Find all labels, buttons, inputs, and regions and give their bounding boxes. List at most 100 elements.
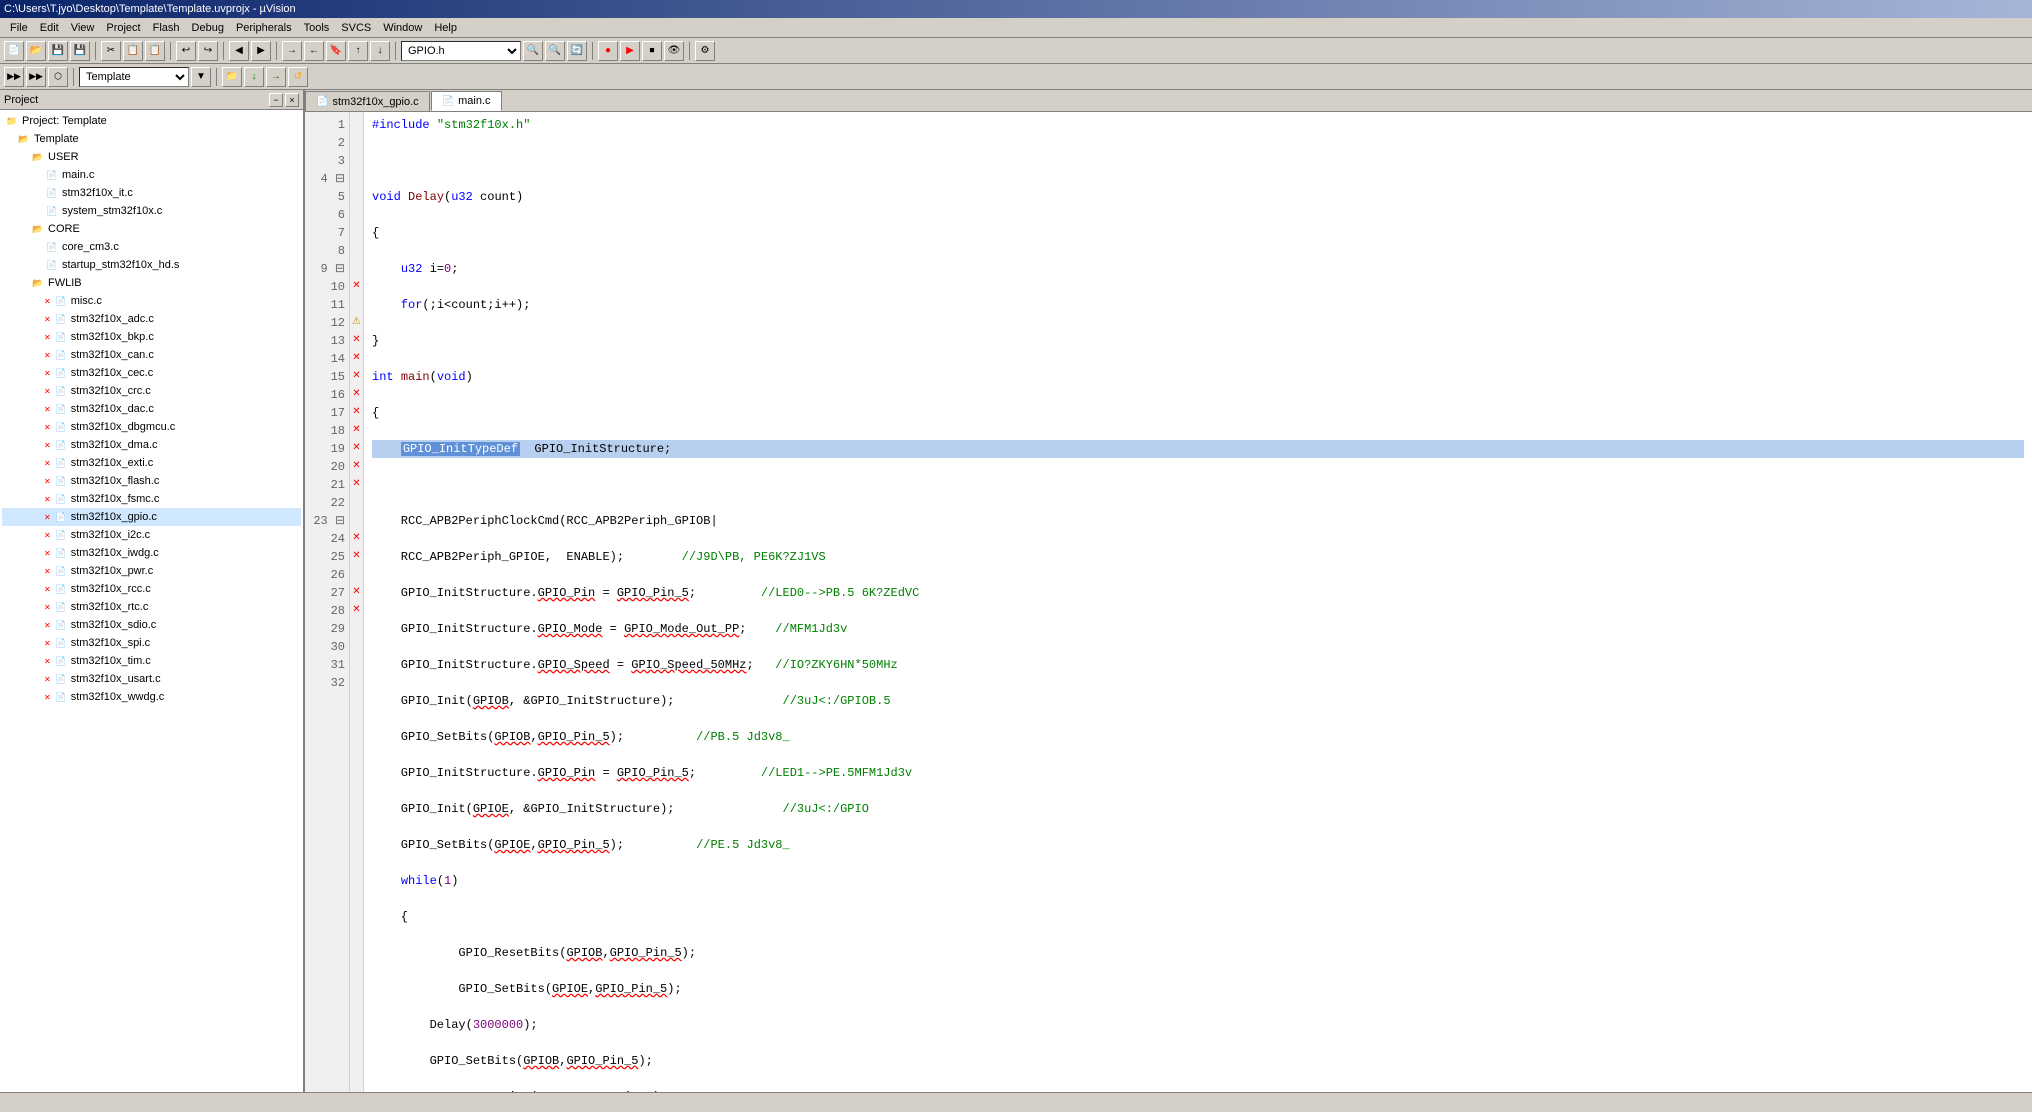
dbgmcu-error-dot: ✕ — [44, 423, 51, 432]
tab-main[interactable]: 📄 main.c — [431, 91, 502, 111]
tree-spi[interactable]: ✕ 📄 stm32f10x_spi.c — [2, 634, 301, 652]
tree-gpio[interactable]: ✕ 📄 stm32f10x_gpio.c — [2, 508, 301, 526]
settings-button[interactable]: ⚙ — [695, 41, 715, 61]
undo-button[interactable]: ↩ — [176, 41, 196, 61]
nav-back-button[interactable]: ◀ — [229, 41, 249, 61]
tree-system[interactable]: 📄 system_stm32f10x.c — [2, 202, 301, 220]
tree-core[interactable]: 📂 CORE — [2, 220, 301, 238]
tree-sdio[interactable]: ✕ 📄 stm32f10x_sdio.c — [2, 616, 301, 634]
build-btn[interactable]: ▶▶ — [4, 67, 24, 87]
redo-button[interactable]: ↪ — [198, 41, 218, 61]
tree-i2c[interactable]: ✕ 📄 stm32f10x_i2c.c — [2, 526, 301, 544]
replace-button[interactable]: 🔄 — [567, 41, 587, 61]
code-line-25: GPIO_SetBits(GPIOE,GPIO_Pin_5); — [372, 980, 2024, 998]
target-options-btn[interactable]: ▼ — [191, 67, 211, 87]
tree-fwlib[interactable]: 📂 FWLIB — [2, 274, 301, 292]
tree-rcc[interactable]: ✕ 📄 stm32f10x_rcc.c — [2, 580, 301, 598]
tree-startup[interactable]: 📄 startup_stm32f10x_hd.s — [2, 256, 301, 274]
bookmark-button[interactable]: 🔖 — [326, 41, 346, 61]
tree-can[interactable]: ✕ 📄 stm32f10x_can.c — [2, 346, 301, 364]
stop-button[interactable]: ⏹ — [642, 41, 662, 61]
tree-template[interactable]: 📂 Template — [2, 130, 301, 148]
tree-wwdg[interactable]: ✕ 📄 stm32f10x_wwdg.c — [2, 688, 301, 706]
tree-dac[interactable]: ✕ 📄 stm32f10x_dac.c — [2, 400, 301, 418]
outdent-button[interactable]: ← — [304, 41, 324, 61]
code-line-3: void Delay(u32 count) — [372, 188, 2024, 206]
manage-btn[interactable]: 📁 — [222, 67, 242, 87]
project-panel: Project − × 📁 Project: Template 📂 Templa… — [0, 90, 305, 1092]
step-btn[interactable]: → — [266, 67, 286, 87]
tree-user[interactable]: 📂 USER — [2, 148, 301, 166]
menu-window[interactable]: Window — [377, 20, 428, 36]
ec-31 — [350, 656, 363, 674]
tree-main-c[interactable]: 📄 main.c — [2, 166, 301, 184]
tree-adc[interactable]: ✕ 📄 stm32f10x_adc.c — [2, 310, 301, 328]
code-content[interactable]: #include "stm32f10x.h" void Delay(u32 co… — [364, 112, 2032, 1092]
run-button[interactable]: ▶ — [620, 41, 640, 61]
menu-svcs[interactable]: SVCS — [335, 20, 377, 36]
tree-dma[interactable]: ✕ 📄 stm32f10x_dma.c — [2, 436, 301, 454]
tab-gpio[interactable]: 📄 stm32f10x_gpio.c — [305, 91, 430, 111]
target-select[interactable]: Template — [79, 67, 189, 87]
menu-peripherals[interactable]: Peripherals — [230, 20, 298, 36]
tree-misc[interactable]: ✕ 📄 misc.c — [2, 292, 301, 310]
tree-stm32-it[interactable]: 📄 stm32f10x_it.c — [2, 184, 301, 202]
prev-bookmark-button[interactable]: ↑ — [348, 41, 368, 61]
tree-fsmc[interactable]: ✕ 📄 stm32f10x_fsmc.c — [2, 490, 301, 508]
code-line-5: u32 i=0; — [372, 260, 2024, 278]
fsmc-icon: 📄 — [53, 491, 69, 507]
bkp-error-dot: ✕ — [44, 333, 51, 342]
ln-13: 13 — [309, 332, 345, 350]
view-button[interactable]: 👁 — [664, 41, 684, 61]
copy-button[interactable]: 📋 — [123, 41, 143, 61]
menu-help[interactable]: Help — [428, 20, 463, 36]
next-bookmark-button[interactable]: ↓ — [370, 41, 390, 61]
tree-core-cm3[interactable]: 📄 core_cm3.c — [2, 238, 301, 256]
file-select[interactable]: GPIO.h — [401, 41, 521, 61]
menu-flash[interactable]: Flash — [147, 20, 186, 36]
find-button[interactable]: 🔍 — [523, 41, 543, 61]
tree-flash[interactable]: ✕ 📄 stm32f10x_flash.c — [2, 472, 301, 490]
debug-btn[interactable]: ⬡ — [48, 67, 68, 87]
ln-10: 10 — [309, 278, 345, 296]
tree-cec[interactable]: ✕ 📄 stm32f10x_cec.c — [2, 364, 301, 382]
code-line-2 — [372, 152, 2024, 170]
menu-debug[interactable]: Debug — [186, 20, 230, 36]
tree-crc[interactable]: ✕ 📄 stm32f10x_crc.c — [2, 382, 301, 400]
breakpoint-button[interactable]: ● — [598, 41, 618, 61]
tree-exti[interactable]: ✕ 📄 stm32f10x_exti.c — [2, 454, 301, 472]
ln-8: 8 — [309, 242, 345, 260]
save-button[interactable]: 💾 — [48, 41, 68, 61]
tree-root[interactable]: 📁 Project: Template — [2, 112, 301, 130]
paste-button[interactable]: 📋 — [145, 41, 165, 61]
reset-btn[interactable]: ↺ — [288, 67, 308, 87]
menu-edit[interactable]: Edit — [34, 20, 65, 36]
tree-rtc[interactable]: ✕ 📄 stm32f10x_rtc.c — [2, 598, 301, 616]
menu-view[interactable]: View — [65, 20, 101, 36]
nav-fwd-button[interactable]: ▶ — [251, 41, 271, 61]
tree-pwr[interactable]: ✕ 📄 stm32f10x_pwr.c — [2, 562, 301, 580]
download-btn[interactable]: ↓ — [244, 67, 264, 87]
indent-button[interactable]: → — [282, 41, 302, 61]
project-close-btn[interactable]: × — [285, 93, 299, 107]
tree-iwdg[interactable]: ✕ 📄 stm32f10x_iwdg.c — [2, 544, 301, 562]
menu-bar: File Edit View Project Flash Debug Perip… — [0, 18, 2032, 38]
project-minimize-btn[interactable]: − — [269, 93, 283, 107]
tree-usart[interactable]: ✕ 📄 stm32f10x_usart.c — [2, 670, 301, 688]
cut-button[interactable]: ✂ — [101, 41, 121, 61]
tree-tim[interactable]: ✕ 📄 stm32f10x_tim.c — [2, 652, 301, 670]
ec-22 — [350, 494, 363, 512]
menu-project[interactable]: Project — [100, 20, 146, 36]
save-all-button[interactable]: 💾 — [70, 41, 90, 61]
code-editor[interactable]: 1 2 3 4 ⊟ 5 6 7 8 9 ⊟ 10 11 12 13 14 15 … — [305, 112, 2032, 1092]
tree-dbgmcu[interactable]: ✕ 📄 stm32f10x_dbgmcu.c — [2, 418, 301, 436]
new-file-button[interactable]: 📄 — [4, 41, 24, 61]
wwdg-error-dot: ✕ — [44, 693, 51, 702]
menu-tools[interactable]: Tools — [298, 20, 336, 36]
open-file-button[interactable]: 📂 — [26, 41, 46, 61]
menu-file[interactable]: File — [4, 20, 34, 36]
tree-bkp[interactable]: ✕ 📄 stm32f10x_bkp.c — [2, 328, 301, 346]
tree-spi-label: stm32f10x_spi.c — [71, 637, 150, 649]
rebuild-btn[interactable]: ▶▶ — [26, 67, 46, 87]
find2-button[interactable]: 🔍 — [545, 41, 565, 61]
